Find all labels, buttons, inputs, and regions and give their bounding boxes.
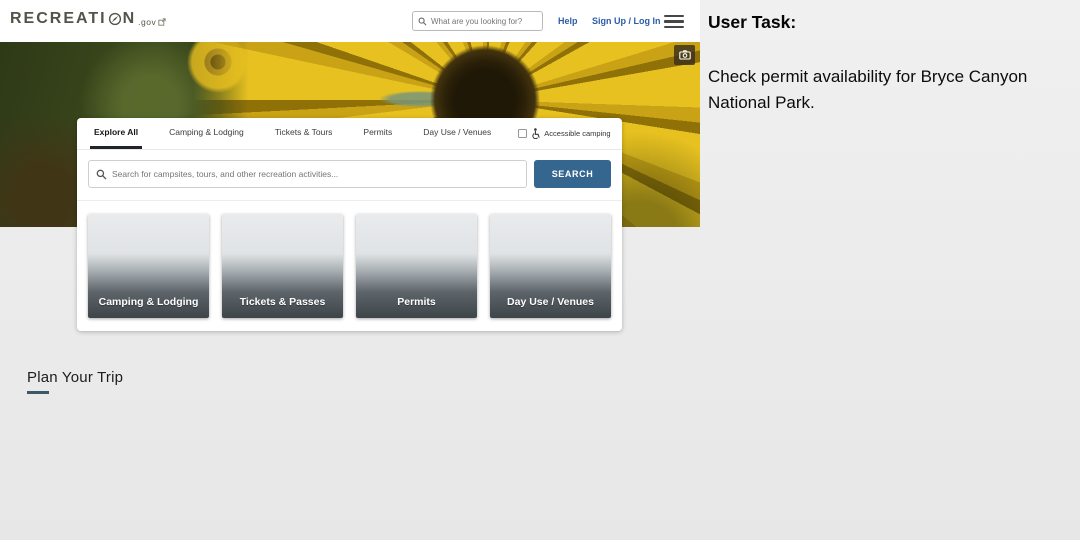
tab-camping-lodging[interactable]: Camping & Lodging <box>165 118 248 149</box>
tile-label: Day Use / Venues <box>497 295 604 318</box>
help-link[interactable]: Help <box>558 16 578 26</box>
logo-suffix: .gov <box>138 17 156 27</box>
accessible-camping-filter: Accessible camping <box>518 118 610 149</box>
user-task-description: Check permit availability for Bryce Cany… <box>708 64 1038 117</box>
site-header: RECREATI N .gov <box>0 0 700 42</box>
plan-your-trip-heading: Plan Your Trip <box>27 369 123 386</box>
site-search-input[interactable] <box>112 169 526 179</box>
header-search-box <box>412 11 543 31</box>
logo-text-end: N <box>123 10 137 28</box>
header-search-input[interactable] <box>431 17 531 26</box>
accessible-camping-label: Accessible camping <box>544 129 610 138</box>
compass-icon <box>108 12 122 26</box>
site-search-box <box>88 160 527 188</box>
hero-photo-credit-button[interactable] <box>674 45 695 65</box>
recreation-gov-site: RECREATI N .gov <box>0 0 700 540</box>
tile-label: Camping & Lodging <box>89 295 209 318</box>
search-icon <box>418 17 427 26</box>
tile-label: Permits <box>387 295 446 318</box>
signup-login-link[interactable]: Sign Up / Log In <box>592 16 661 26</box>
tile-label: Tickets & Passes <box>230 295 336 318</box>
explore-tabs: Explore All Camping & Lodging Tickets & … <box>77 118 622 150</box>
external-link-icon <box>158 18 166 26</box>
tab-explore-all[interactable]: Explore All <box>90 118 142 149</box>
tab-permits[interactable]: Permits <box>359 118 396 149</box>
accessible-camping-checkbox[interactable] <box>518 129 527 138</box>
logo-text: RECREATI <box>10 10 107 28</box>
camera-icon <box>679 50 691 60</box>
user-task-panel: User Task: Check permit availability for… <box>708 12 1038 117</box>
search-icon <box>96 169 107 180</box>
tab-day-use-venues[interactable]: Day Use / Venues <box>419 118 495 149</box>
hamburger-menu-icon[interactable] <box>664 15 684 28</box>
explore-search-card: Explore All Camping & Lodging Tickets & … <box>77 118 622 331</box>
tile-camping-lodging[interactable]: Camping & Lodging <box>88 214 209 318</box>
tile-permits[interactable]: Permits <box>356 214 477 318</box>
screenshot-stage: RECREATI N .gov <box>0 0 1080 540</box>
user-task-title: User Task: <box>708 12 1038 33</box>
site-search-row: SEARCH <box>77 150 622 201</box>
recreation-gov-logo[interactable]: RECREATI N .gov <box>10 10 166 28</box>
tab-tickets-tours[interactable]: Tickets & Tours <box>271 118 337 149</box>
search-button[interactable]: SEARCH <box>534 160 611 188</box>
heading-underline <box>27 391 49 394</box>
tile-tickets-passes[interactable]: Tickets & Passes <box>222 214 343 318</box>
category-tiles: Camping & Lodging Tickets & Passes Permi… <box>77 201 622 318</box>
plan-your-trip-section: Plan Your Trip <box>27 369 123 394</box>
wheelchair-icon <box>531 128 540 139</box>
tile-day-use-venues[interactable]: Day Use / Venues <box>490 214 611 318</box>
